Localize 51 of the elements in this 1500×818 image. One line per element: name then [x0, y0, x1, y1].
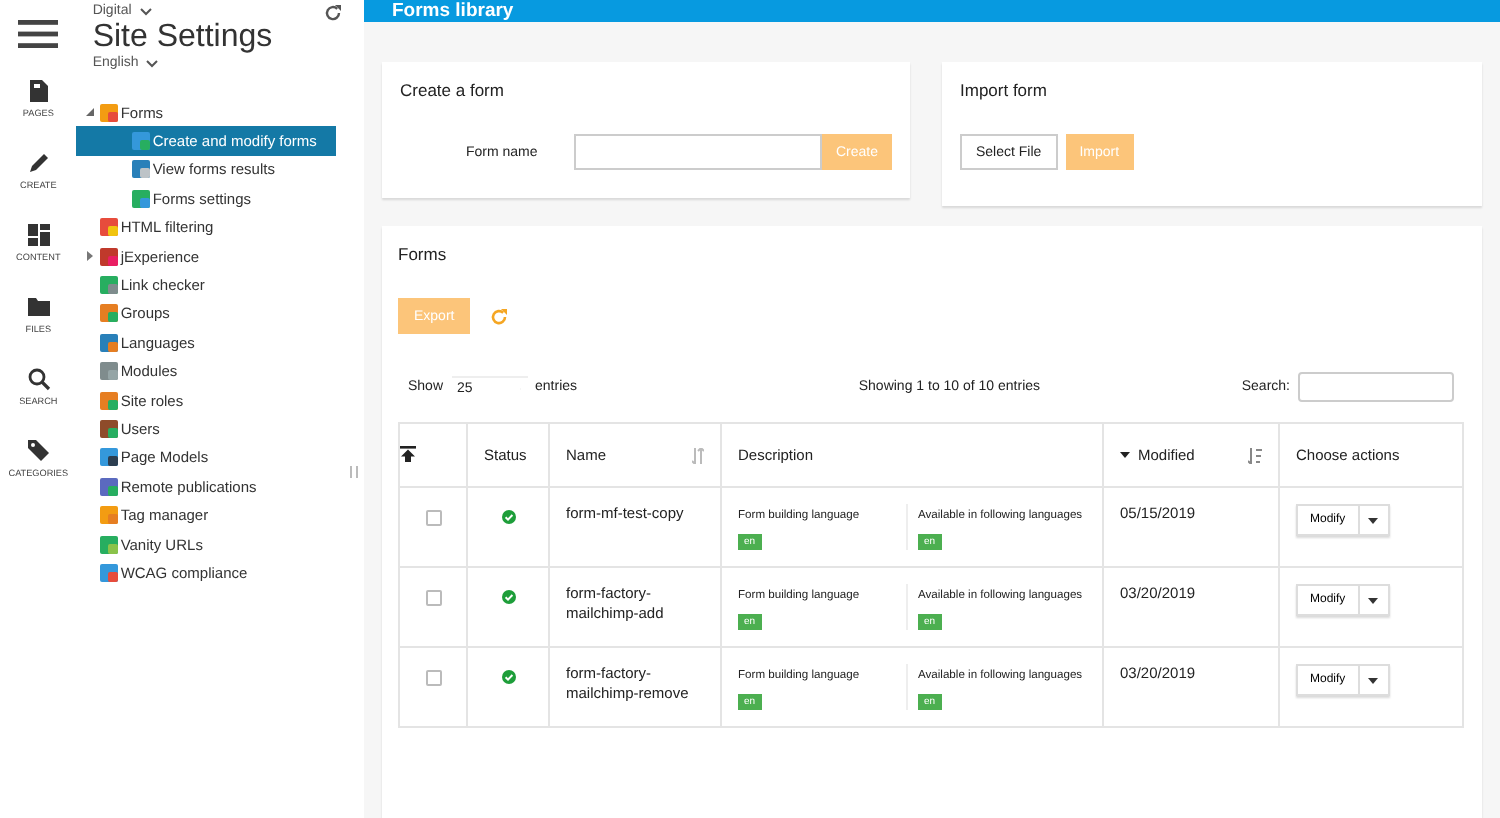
tile-icon	[100, 391, 119, 410]
sort-icon	[1248, 447, 1262, 463]
page-icon	[25, 78, 52, 104]
sort-icon	[692, 447, 704, 463]
tile-icon	[100, 448, 119, 467]
tag-icon	[25, 438, 52, 464]
dropdown-button[interactable]	[1359, 664, 1390, 696]
tile-icon	[132, 160, 151, 179]
folder-icon	[25, 294, 52, 320]
search-icon	[25, 366, 52, 392]
tile-icon	[100, 333, 119, 352]
checkbox[interactable]	[425, 590, 441, 606]
chevron-icon	[146, 59, 159, 67]
tile-icon	[100, 247, 119, 266]
tile-icon	[100, 276, 119, 295]
card-title: Forms	[398, 244, 449, 264]
tile-icon	[100, 506, 119, 525]
tile-icon	[100, 419, 119, 438]
tile-icon	[100, 535, 119, 554]
card-title: Create a form	[400, 80, 506, 100]
tile-icon	[100, 563, 119, 582]
page-title: Forms library	[392, 0, 514, 22]
resize-handle-icon[interactable]	[350, 466, 358, 478]
caret-icon	[1368, 677, 1379, 683]
tile-icon	[100, 103, 119, 122]
tile-icon	[100, 362, 119, 381]
card-title: Import form	[960, 80, 1049, 100]
checkbox[interactable]	[425, 670, 441, 686]
upload-icon	[400, 445, 416, 461]
refresh-icon[interactable]	[324, 4, 342, 22]
input-field[interactable]	[573, 134, 822, 170]
caret-icon	[1368, 517, 1379, 523]
pencil-icon	[25, 150, 52, 176]
site-title: Site Settings	[92, 20, 275, 54]
sort-down-icon	[1120, 452, 1130, 458]
grid-icon	[25, 222, 52, 248]
checkbox[interactable]	[425, 510, 441, 526]
tile-icon	[100, 218, 119, 237]
caret-icon	[1368, 597, 1379, 603]
chevron-icon	[139, 7, 152, 15]
expanded-arrow-icon[interactable]	[84, 106, 97, 119]
dropdown-button[interactable]	[1359, 504, 1390, 536]
tile-icon	[132, 132, 151, 151]
tile-icon	[100, 304, 119, 323]
dropdown-button[interactable]	[1359, 584, 1390, 616]
tile-icon	[100, 477, 119, 496]
search-field[interactable]	[1297, 372, 1454, 402]
menu-icon	[18, 20, 59, 48]
collapsed-arrow-icon[interactable]	[84, 250, 97, 263]
tile-icon	[132, 189, 151, 208]
menu-button[interactable]	[18, 18, 59, 50]
